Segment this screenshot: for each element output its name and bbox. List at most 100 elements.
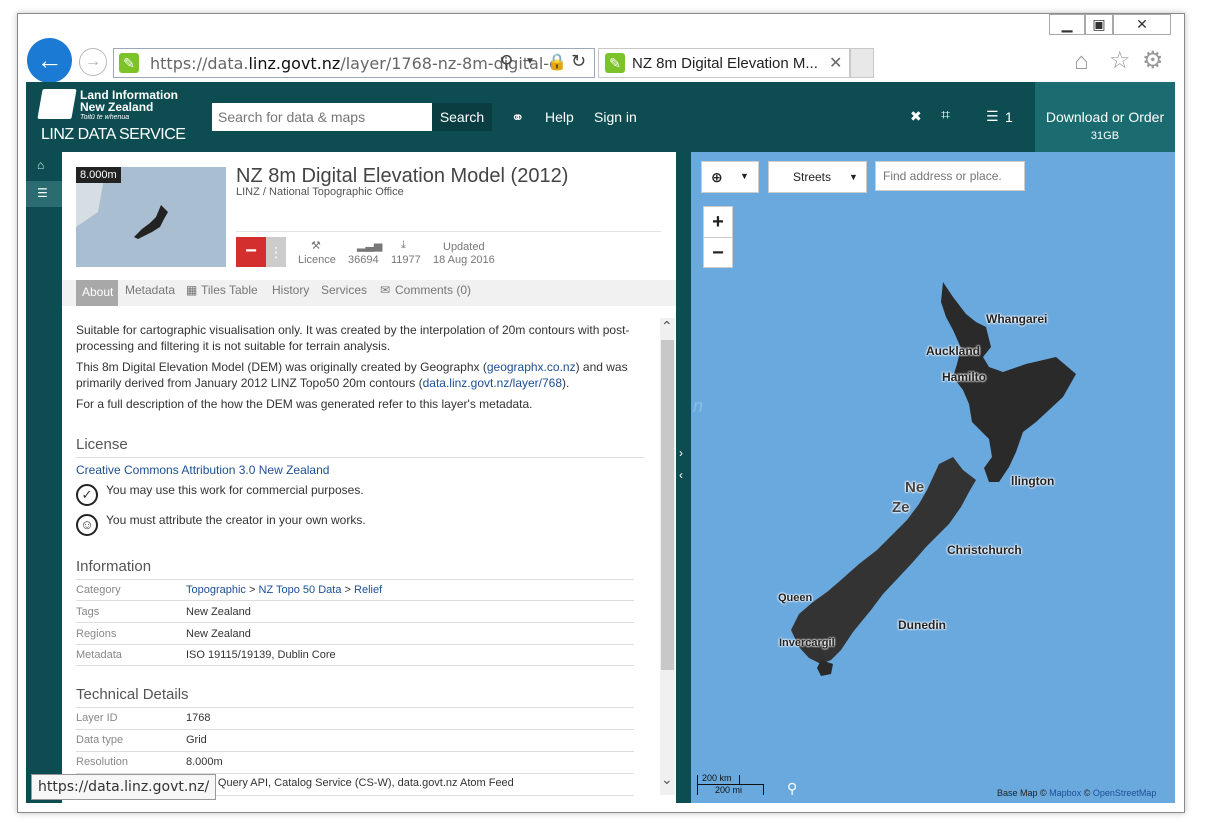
divider: [76, 751, 634, 752]
attribution-person-icon: ☺: [76, 514, 98, 536]
download-order-button[interactable]: Download or Order 31GB: [1035, 82, 1175, 152]
updated-date: 18 Aug 2016: [433, 254, 495, 266]
left-sidebar: [26, 152, 62, 803]
licence-label[interactable]: Licence: [298, 254, 336, 266]
city-label-wellington: llington: [1011, 474, 1055, 488]
tab-services[interactable]: Services: [321, 283, 367, 297]
crop-icon[interactable]: ⌗: [941, 107, 950, 125]
collapse-map-icon[interactable]: ‹: [679, 468, 683, 482]
openstreetmap-link[interactable]: OpenStreetMap: [1093, 788, 1157, 798]
tab-comments[interactable]: Comments (0): [395, 283, 471, 297]
license-heading: License: [76, 436, 128, 453]
tab-title: NZ 8m Digital Elevation M...: [632, 55, 818, 72]
list-icon[interactable]: ☰: [986, 108, 999, 125]
logo-service-name: LINZ DATA SERVICE: [41, 126, 186, 143]
divider: [76, 729, 634, 730]
basemap-select[interactable]: Streets ▼: [768, 161, 867, 193]
remove-from-list-button[interactable]: −: [236, 237, 266, 267]
close-tab-icon[interactable]: ✕: [829, 53, 842, 73]
category-topographic-link[interactable]: Topographic: [186, 584, 246, 596]
comments-icon: ✉: [380, 283, 391, 297]
tags-label: Tags: [76, 606, 100, 618]
new-tab-button[interactable]: [850, 48, 874, 78]
category-topo50-link[interactable]: NZ Topo 50 Data: [259, 584, 342, 596]
site-favicon-icon: ✎: [119, 53, 139, 73]
map-scale-bar: 200 km 200 mi: [697, 773, 764, 797]
resolution-label: Resolution: [76, 756, 128, 768]
regions-label: Regions: [76, 628, 117, 640]
scroll-down-icon[interactable]: ⌄: [661, 771, 673, 788]
scrollbar-thumb[interactable]: [661, 340, 674, 670]
tab-about[interactable]: About: [76, 280, 118, 306]
metadata-label: Metadata: [76, 649, 122, 661]
thumbnail-resolution-badge: 8.000m: [76, 167, 121, 183]
layer-id-label: Layer ID: [76, 712, 118, 724]
partial-ocean-label: n: [693, 396, 704, 416]
sign-in-link[interactable]: Sign in: [594, 109, 637, 125]
city-label-queenstown: Queen: [778, 592, 813, 604]
zoom-search-dropdown[interactable]: ⊕ ▼: [701, 161, 759, 193]
technical-heading: Technical Details: [76, 686, 189, 703]
license-item-attribution: You must attribute the creator in your o…: [106, 513, 366, 527]
zoom-out-button[interactable]: −: [704, 237, 732, 268]
layer-thumbnail[interactable]: 8.000m: [76, 167, 226, 267]
browser-tab[interactable]: ✎ NZ 8m Digital Elevation M... ✕: [598, 48, 850, 78]
search-icon[interactable]: ⚲: [500, 52, 513, 73]
address-bar[interactable]: ✎ https://data.linz.govt.nz/layer/1768-n…: [113, 48, 595, 78]
zoom-control: + −: [703, 206, 733, 268]
clear-icon[interactable]: ✖: [910, 108, 922, 125]
downloads-count: 11977: [391, 254, 421, 266]
download-label: Download or Order: [1045, 109, 1165, 125]
license-link[interactable]: Creative Commons Attribution 3.0 New Zea…: [76, 463, 329, 477]
scroll-up-icon[interactable]: ⌃: [661, 318, 673, 335]
maximize-button[interactable]: ▣: [1085, 14, 1113, 35]
category-relief-link[interactable]: Relief: [354, 584, 382, 596]
close-window-button[interactable]: ✕: [1113, 14, 1171, 35]
city-label-whangarei: Whangarei: [986, 312, 1048, 326]
zoom-in-button[interactable]: +: [704, 207, 732, 237]
map-view[interactable]: ⊕ ▼ Streets ▼ + − n Whangarei Auckland H…: [691, 152, 1175, 803]
downloads-icon: ⤓: [401, 239, 406, 251]
divider: [76, 665, 634, 666]
find-address-input[interactable]: [875, 161, 1025, 191]
refresh-icon[interactable]: ↻: [571, 51, 586, 72]
search-button[interactable]: Search: [432, 103, 492, 131]
layer-list-nav[interactable]: ☰: [26, 181, 62, 207]
tab-metadata[interactable]: Metadata: [125, 283, 175, 297]
dropdown-chevron-icon[interactable]: ▼: [525, 56, 535, 67]
city-label-auckland: Auckland: [926, 344, 981, 358]
about-paragraph-1: Suitable for cartographic visualisation …: [76, 323, 630, 353]
data-type-value: Grid: [186, 734, 207, 746]
list-count: 1: [1005, 109, 1013, 125]
basemap-select-value: Streets: [793, 170, 832, 184]
chevron-down-icon: ▼: [740, 171, 749, 181]
settings-gear-icon[interactable]: ⚙: [1142, 46, 1164, 75]
scale-mi: 200 mi: [715, 785, 743, 795]
divider: [76, 644, 634, 645]
regions-value-link[interactable]: New Zealand: [186, 628, 251, 640]
updated-label: Updated: [443, 241, 485, 253]
favorites-star-icon[interactable]: ☆: [1109, 46, 1131, 75]
tab-history[interactable]: History: [272, 283, 309, 297]
help-link[interactable]: Help: [545, 109, 574, 125]
home-nav-icon[interactable]: ⌂: [37, 158, 44, 172]
lock-icon[interactable]: 🔒: [547, 52, 567, 72]
geographx-link[interactable]: geographx.co.nz: [487, 360, 576, 374]
tags-value-link[interactable]: New Zealand: [186, 606, 251, 618]
back-button[interactable]: ←: [27, 38, 72, 83]
location-pin-icon[interactable]: ⚲: [787, 780, 797, 797]
scale-tick: [739, 775, 740, 784]
url-text: https://data.linz.govt.nz/layer/1768-nz-…: [150, 54, 559, 73]
metadata-value-link[interactable]: ISO 19115/19139, Dublin Core: [186, 649, 336, 661]
forward-button[interactable]: →: [79, 48, 107, 76]
minimize-button[interactable]: ▁: [1049, 14, 1085, 35]
mapbox-link[interactable]: Mapbox: [1049, 788, 1081, 798]
search-input[interactable]: [212, 103, 432, 131]
more-options-button[interactable]: ⋮: [266, 237, 286, 267]
home-icon[interactable]: ⌂: [1074, 48, 1089, 76]
link-icon[interactable]: ⚭: [511, 108, 524, 128]
tab-tiles-table[interactable]: Tiles Table: [201, 283, 258, 297]
topo50-layer-link[interactable]: data.linz.govt.nz/layer/768: [423, 376, 562, 390]
views-bar-icon: ▂▃▅: [357, 240, 383, 252]
expand-map-icon[interactable]: ›: [679, 446, 683, 460]
